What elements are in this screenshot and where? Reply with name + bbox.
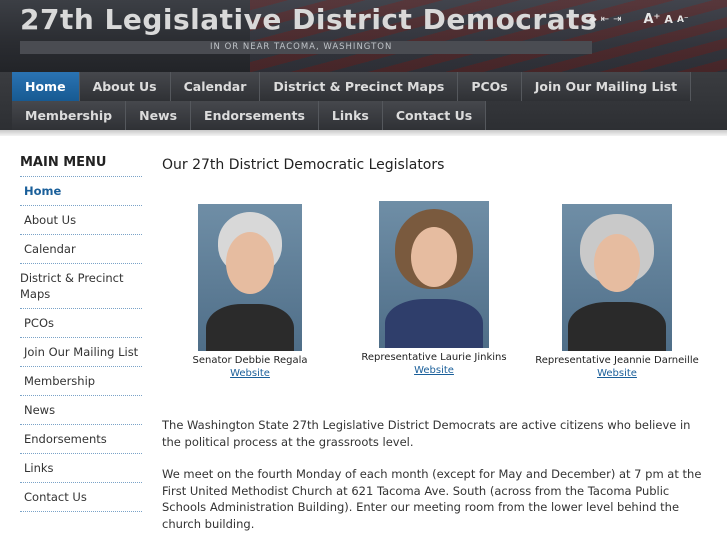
sidebar-item-district-maps[interactable]: District & Precinct Maps — [20, 264, 142, 309]
font-increase-icon[interactable]: A⁺ — [643, 13, 660, 27]
nav-item-membership[interactable]: Membership — [12, 101, 127, 130]
nav-item-home[interactable]: Home — [12, 72, 80, 101]
site-header: 27th Legislative District Democrats IN O… — [0, 0, 727, 72]
legislator-card: Senator Debbie Regala Website — [186, 204, 314, 379]
legislator-name: Representative Jeannie Darneille — [535, 355, 699, 366]
sidebar: MAIN MENU Home About Us Calendar Distric… — [20, 155, 142, 512]
sidebar-heading: MAIN MENU — [20, 155, 107, 170]
nav-row-1: Home About Us Calendar District & Precin… — [12, 72, 692, 101]
nav-row-2: Membership News Endorsements Links Conta… — [12, 101, 487, 130]
legislator-website-link[interactable]: Website — [230, 368, 270, 379]
site-tagline: IN OR NEAR TACOMA, WASHINGTON — [210, 42, 393, 52]
font-reset-icon[interactable]: A — [664, 13, 673, 27]
sidebar-item-news[interactable]: News — [20, 396, 142, 425]
main-content: Our 27th District Democratic Legislators — [162, 157, 707, 173]
intro-paragraph: The Washington State 27th Legislative Di… — [162, 418, 691, 449]
legislator-website-link[interactable]: Website — [414, 365, 454, 376]
nav-item-endorsements[interactable]: Endorsements — [191, 101, 319, 130]
site-title[interactable]: 27th Legislative District Democrats — [20, 3, 597, 36]
legislator-photo — [198, 204, 302, 351]
meeting-paragraph: We meet on the fourth Monday of each mon… — [162, 467, 702, 531]
legislator-name: Representative Laurie Jinkins — [361, 352, 507, 363]
nav-item-district-maps[interactable]: District & Precinct Maps — [260, 72, 459, 101]
width-toggle-icon[interactable]: ◆ — [589, 13, 597, 27]
nav-item-pcos[interactable]: PCOs — [458, 72, 522, 101]
sidebar-item-links[interactable]: Links — [20, 454, 142, 483]
legislator-card: Representative Laurie Jinkins Website — [359, 201, 509, 376]
nav-item-about-us[interactable]: About Us — [79, 72, 171, 101]
wide-layout-icon[interactable]: ⇥ — [613, 13, 621, 27]
sidebar-item-home[interactable]: Home — [20, 177, 142, 206]
nav-item-calendar[interactable]: Calendar — [170, 72, 261, 101]
sidebar-item-contact-us[interactable]: Contact Us — [20, 483, 142, 512]
sidebar-item-calendar[interactable]: Calendar — [20, 235, 142, 264]
nav-shadow — [0, 130, 727, 136]
sidebar-item-endorsements[interactable]: Endorsements — [20, 425, 142, 454]
sidebar-item-mailing-list[interactable]: Join Our Mailing List — [20, 338, 142, 367]
sidebar-item-about-us[interactable]: About Us — [20, 206, 142, 235]
legislator-photo — [562, 204, 672, 351]
legislator-photo — [379, 201, 489, 348]
page-title: Our 27th District Democratic Legislators — [162, 157, 445, 173]
sidebar-item-membership[interactable]: Membership — [20, 367, 142, 396]
sidebar-item-pcos[interactable]: PCOs — [20, 309, 142, 338]
legislator-name: Senator Debbie Regala — [192, 355, 308, 366]
nav-item-contact-us[interactable]: Contact Us — [382, 101, 487, 130]
legislator-website-link[interactable]: Website — [597, 368, 637, 379]
nav-item-news[interactable]: News — [126, 101, 192, 130]
sidebar-menu: Home About Us Calendar District & Precin… — [20, 176, 142, 512]
toolbar: ◆ ⇤ ⇥ A⁺ A A⁻ — [589, 13, 689, 27]
nav-item-mailing-list[interactable]: Join Our Mailing List — [521, 72, 692, 101]
narrow-layout-icon[interactable]: ⇤ — [601, 13, 609, 27]
legislator-card: Representative Jeannie Darneille Website — [532, 204, 702, 379]
font-decrease-icon[interactable]: A⁻ — [677, 13, 689, 27]
main-nav: Home About Us Calendar District & Precin… — [0, 72, 727, 130]
nav-item-links[interactable]: Links — [318, 101, 383, 130]
